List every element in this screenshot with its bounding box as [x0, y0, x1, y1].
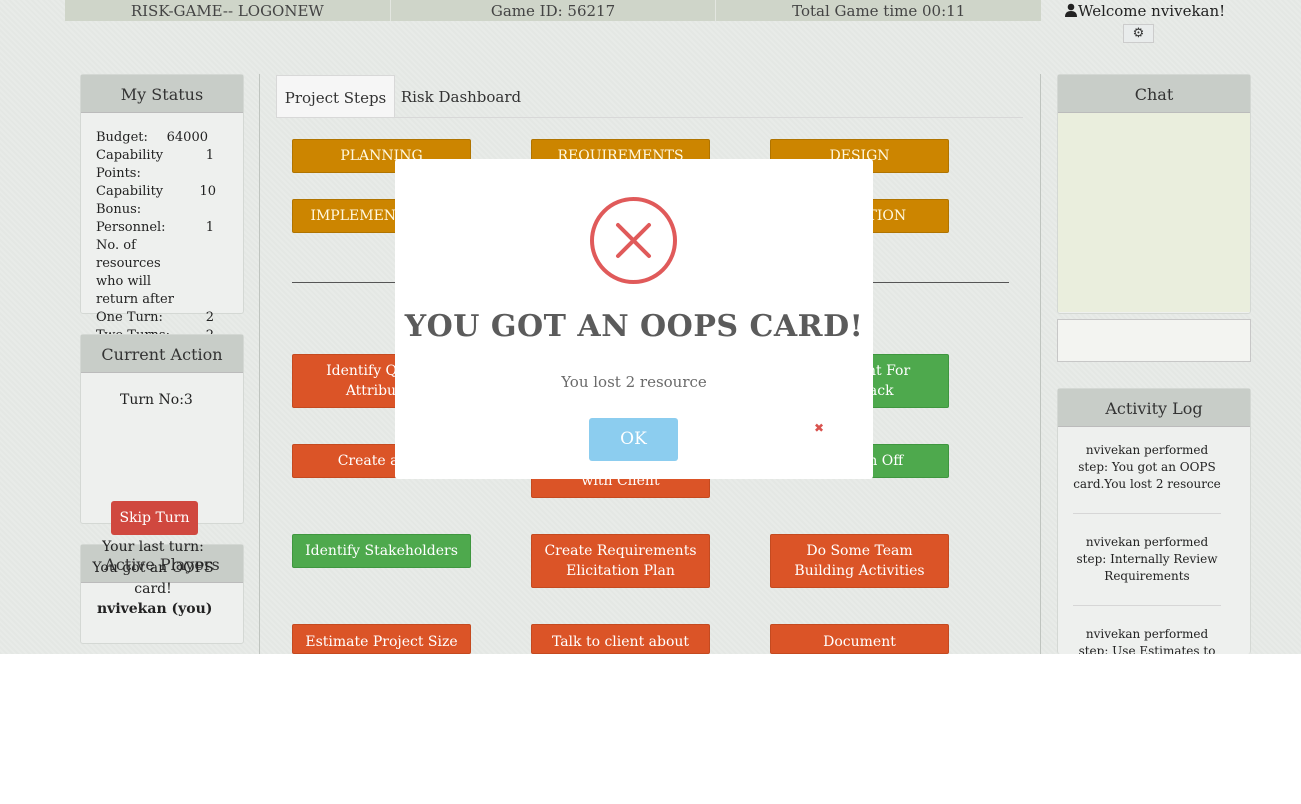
- skip-turn-button[interactable]: Skip Turn: [111, 501, 198, 535]
- current-action-title: Current Action: [81, 335, 243, 373]
- chat-messages: [1058, 113, 1250, 312]
- my-status-panel: My Status Budget: 64000 Capability Points…: [80, 74, 244, 343]
- status-row: Personnel: 1: [96, 219, 216, 237]
- status-label: Personnel:: [96, 220, 166, 235]
- tab-divider: [276, 117, 1023, 118]
- step-stakeholders-button[interactable]: Identify Stakeholders: [292, 534, 471, 568]
- ok-button[interactable]: OK: [589, 418, 678, 461]
- gear-icon: ⚙: [1132, 26, 1145, 41]
- step-document-button[interactable]: Document: [770, 624, 949, 654]
- tab-risk-dashboard[interactable]: Risk Dashboard: [400, 75, 522, 118]
- current-action-panel: Current Action Turn No:3: [80, 334, 244, 524]
- chat-title: Chat: [1058, 75, 1250, 113]
- status-row: One Turn: 2: [96, 309, 216, 327]
- modal-message: You lost 2 resource: [561, 373, 707, 391]
- log-entry: nvivekan performed step: You got an OOPS…: [1073, 443, 1221, 491]
- settings-button[interactable]: ⚙: [1123, 24, 1154, 43]
- log-entry: nvivekan performed step: Internally Revi…: [1076, 535, 1218, 583]
- modal-title: YOU GOT AN OOPS CARD!: [404, 309, 864, 344]
- activity-log-title: Activity Log: [1058, 389, 1250, 427]
- status-label: One Turn:: [96, 310, 163, 325]
- status-label: Budget:: [96, 130, 148, 145]
- status-value: 10: [199, 184, 216, 199]
- status-value: 1: [205, 148, 214, 163]
- logo-text: RISK-GAME-- LOGONEW: [65, 0, 391, 21]
- status-label: Capability Points:: [96, 148, 164, 181]
- top-bar: RISK-GAME-- LOGONEW Game ID: 56217 Total…: [65, 0, 1041, 21]
- welcome-area[interactable]: Welcome nvivekan!: [1064, 2, 1225, 20]
- log-separator: [1073, 513, 1221, 514]
- right-divider: [1040, 74, 1041, 654]
- activity-log-panel: Activity Log nvivekan performed step: Yo…: [1057, 388, 1251, 675]
- game-id: Game ID: 56217: [391, 0, 717, 21]
- return-label: No. of resources who will return after: [96, 238, 174, 307]
- left-divider: [259, 74, 260, 654]
- last-turn-text: Your last turn: You got an OOPS card!: [92, 539, 214, 597]
- my-status-title: My Status: [81, 75, 243, 113]
- status-value: 64000: [166, 130, 208, 145]
- chat-input[interactable]: [1057, 319, 1251, 362]
- step-estimate-size-button[interactable]: Estimate Project Size: [292, 624, 471, 654]
- step-team-building-button[interactable]: Do Some Team Building Activities: [770, 534, 949, 588]
- status-value: 2: [205, 310, 214, 325]
- status-value: 1: [205, 220, 214, 235]
- player-name: nvivekan (you): [97, 601, 213, 617]
- page-footer-blank: [0, 654, 1301, 804]
- status-row: Budget: 64000: [96, 129, 216, 147]
- turn-number: Turn No:3: [120, 392, 193, 408]
- user-icon: [1065, 3, 1077, 17]
- status-label: Capability Bonus:: [96, 184, 164, 217]
- oops-card-modal: YOU GOT AN OOPS CARD! You lost 2 resourc…: [395, 159, 873, 479]
- close-icon[interactable]: ✖: [814, 421, 824, 435]
- status-row: Capability Points: 1: [96, 147, 216, 183]
- step-talk-client-button[interactable]: Talk to client about: [531, 624, 710, 654]
- step-elicitation-plan-button[interactable]: Create Requirements Elicitation Plan: [531, 534, 710, 588]
- log-separator: [1073, 605, 1221, 606]
- game-time: Total Game time 00:11: [792, 2, 966, 20]
- welcome-text: Welcome nvivekan!: [1078, 2, 1226, 20]
- status-list: Budget: 64000 Capability Points: 1 Capabil…: [96, 129, 216, 345]
- error-circle-icon: [590, 197, 677, 284]
- tab-project-steps[interactable]: Project Steps: [276, 75, 395, 118]
- status-row: Capability Bonus: 10: [96, 183, 216, 219]
